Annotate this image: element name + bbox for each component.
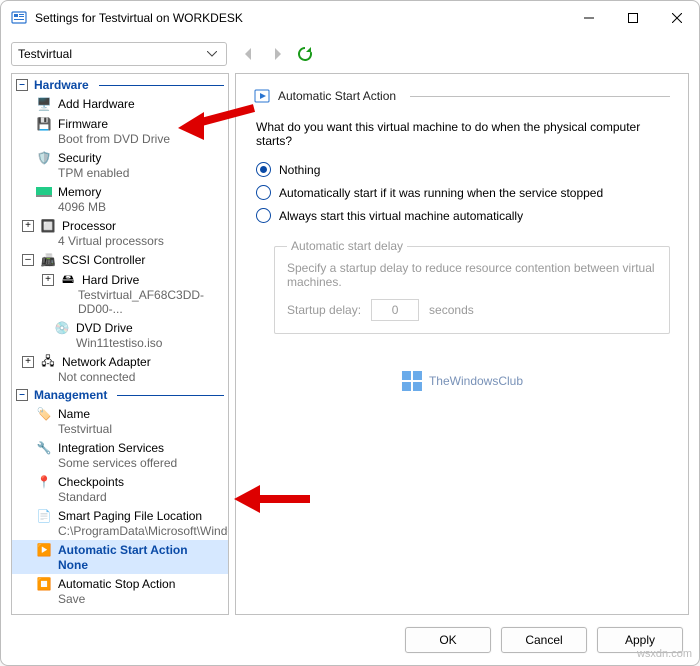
sidebar[interactable]: – Hardware 🖥️Add Hardware 💾Firmware Boot…	[11, 73, 229, 615]
sidebar-item-scsi[interactable]: –📠SCSI Controller	[12, 250, 228, 270]
delay-desc: Specify a startup delay to reduce resour…	[287, 261, 657, 289]
pane-heading: Automatic Start Action	[254, 88, 670, 104]
radio-icon	[256, 185, 271, 200]
window-buttons	[567, 1, 699, 35]
minimize-button[interactable]	[567, 1, 611, 35]
ok-button[interactable]: OK	[405, 627, 491, 653]
name-icon: 🏷️	[36, 406, 52, 422]
network-icon: 🖧	[40, 354, 56, 370]
sidebar-item-firmware[interactable]: 💾Firmware Boot from DVD Drive	[12, 114, 228, 148]
integration-icon: 🔧	[36, 440, 52, 456]
details-pane: Automatic Start Action What do you want …	[235, 73, 689, 615]
collapse-icon[interactable]: –	[22, 254, 34, 266]
radio-auto-if-running[interactable]: Automatically start if it was running wh…	[254, 181, 670, 204]
vm-selected-label: Testvirtual	[18, 47, 72, 61]
sidebar-item-network[interactable]: +🖧Network Adapter Not connected	[12, 352, 228, 386]
autostart-icon	[254, 88, 270, 104]
sidebar-item-hdd[interactable]: +🖴Hard Drive Testvirtual_AF68C3DD-DD00-.…	[12, 270, 228, 318]
firmware-icon: 💾	[36, 116, 52, 132]
maximize-button[interactable]	[611, 1, 655, 35]
cancel-button[interactable]: Cancel	[501, 627, 587, 653]
nav-back-button[interactable]	[237, 42, 261, 66]
sidebar-item-memory[interactable]: Memory 4096 MB	[12, 182, 228, 216]
collapse-icon[interactable]: –	[16, 79, 28, 91]
sidebar-item-autostart[interactable]: ▶️Automatic Start Action None	[12, 540, 228, 574]
sidebar-item-smartpaging[interactable]: 📄Smart Paging File Location C:\ProgramDa…	[12, 506, 228, 540]
hardware-header: – Hardware	[12, 76, 228, 94]
shield-icon: 🛡️	[36, 150, 52, 166]
sidebar-item-integration[interactable]: 🔧Integration Services Some services offe…	[12, 438, 228, 472]
expand-icon[interactable]: +	[22, 356, 34, 368]
delay-label: Startup delay:	[287, 303, 361, 317]
paging-icon: 📄	[36, 508, 52, 524]
chevron-down-icon	[204, 46, 220, 62]
dvd-icon: 💿	[54, 320, 70, 336]
harddrive-icon: 🖴	[60, 272, 76, 288]
sidebar-item-add-hardware[interactable]: 🖥️Add Hardware	[12, 94, 228, 114]
titlebar: Settings for Testvirtual on WORKDESK	[1, 1, 699, 35]
close-button[interactable]	[655, 1, 699, 35]
radio-icon	[256, 162, 271, 177]
radio-icon	[256, 208, 271, 223]
sidebar-item-dvd[interactable]: 💿DVD Drive Win11testiso.iso	[12, 318, 228, 352]
startup-delay-group: Automatic start delay Specify a startup …	[274, 239, 670, 334]
autostop-icon: ⏹️	[36, 576, 52, 592]
checkpoint-icon: 📍	[36, 474, 52, 490]
credit-text: wsxdn.com	[637, 648, 692, 660]
radio-always-start[interactable]: Always start this virtual machine automa…	[254, 204, 670, 227]
sidebar-item-security[interactable]: 🛡️Security TPM enabled	[12, 148, 228, 182]
nav-forward-button[interactable]	[265, 42, 289, 66]
sidebar-item-processor[interactable]: +🔲Processor 4 Virtual processors	[12, 216, 228, 250]
body: – Hardware 🖥️Add Hardware 💾Firmware Boot…	[1, 73, 699, 615]
watermark: TheWindowsClub	[401, 370, 523, 392]
sidebar-item-name[interactable]: 🏷️Name Testvirtual	[12, 404, 228, 438]
scsi-icon: 📠	[40, 252, 56, 268]
radio-nothing[interactable]: Nothing	[254, 158, 670, 181]
expand-icon[interactable]: +	[22, 220, 34, 232]
delay-unit: seconds	[429, 303, 474, 317]
refresh-button[interactable]	[293, 42, 317, 66]
settings-window: Settings for Testvirtual on WORKDESK Tes…	[0, 0, 700, 666]
window-title: Settings for Testvirtual on WORKDESK	[35, 11, 567, 25]
delay-legend: Automatic start delay	[287, 239, 407, 253]
autostart-icon: ▶️	[36, 542, 52, 558]
cpu-icon: 🔲	[40, 218, 56, 234]
delay-input: 0	[371, 299, 419, 321]
sidebar-item-autostop[interactable]: ⏹️Automatic Stop Action Save	[12, 574, 228, 608]
settings-icon	[11, 10, 27, 26]
windows-logo-icon	[401, 370, 423, 392]
dialog-footer: OK Cancel Apply	[1, 615, 699, 665]
toolbar: Testvirtual	[1, 35, 699, 73]
vm-selector[interactable]: Testvirtual	[11, 42, 227, 66]
add-hardware-icon: 🖥️	[36, 96, 52, 112]
expand-icon[interactable]: +	[42, 274, 54, 286]
sidebar-item-checkpoints[interactable]: 📍Checkpoints Standard	[12, 472, 228, 506]
management-header: – Management	[12, 386, 228, 404]
collapse-icon[interactable]: –	[16, 389, 28, 401]
memory-icon	[36, 184, 52, 200]
pane-prompt: What do you want this virtual machine to…	[256, 120, 670, 148]
